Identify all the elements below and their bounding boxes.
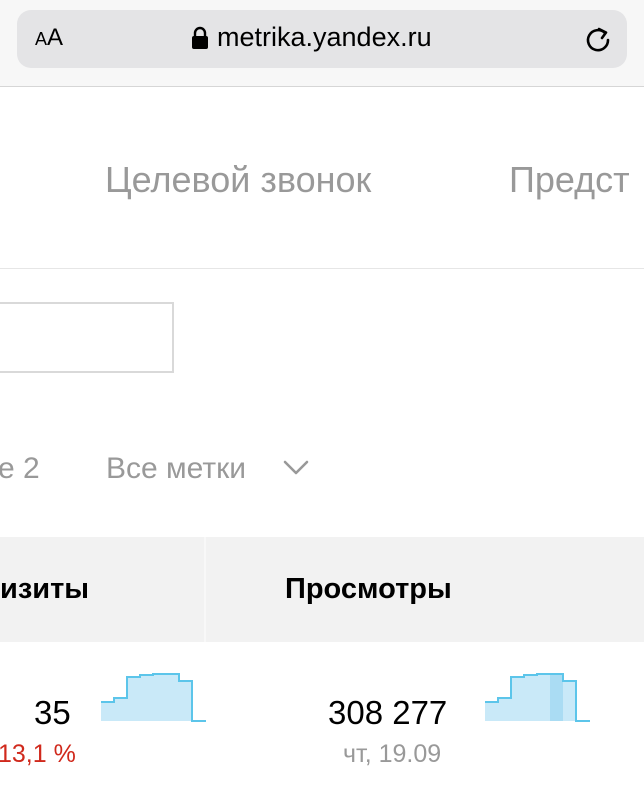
goal-tabs: Целевой звонок Предст (0, 87, 644, 269)
browser-toolbar: AA metrika.yandex.ru (0, 0, 644, 87)
tags-dropdown[interactable]: Все метки (106, 452, 246, 486)
column-header-visits[interactable]: изиты (0, 573, 89, 606)
visits-change: 13,1 % (0, 740, 76, 768)
views-value: 308 277 (328, 694, 448, 731)
views-date: чт, 19.09 (343, 740, 442, 768)
column-header-views[interactable]: Просмотры (285, 573, 452, 606)
visits-value: 35 (34, 694, 71, 731)
chevron-down-icon[interactable] (282, 459, 310, 477)
reload-icon[interactable] (583, 24, 613, 54)
lock-icon (192, 26, 208, 49)
views-sparkline[interactable] (484, 672, 592, 724)
address-bar[interactable]: AA metrika.yandex.ru (17, 10, 627, 68)
url-text[interactable]: metrika.yandex.ru (217, 22, 432, 53)
search-input[interactable] (0, 302, 174, 373)
filter-partial-label[interactable]: е 2 (0, 452, 40, 486)
visits-sparkline[interactable] (100, 672, 208, 724)
tab-target-call[interactable]: Целевой звонок (105, 159, 371, 201)
text-size-button[interactable]: AA (35, 24, 63, 52)
table-header: изиты Просмотры (0, 537, 644, 642)
tab-next[interactable]: Предст (509, 159, 630, 201)
column-divider (204, 537, 206, 642)
